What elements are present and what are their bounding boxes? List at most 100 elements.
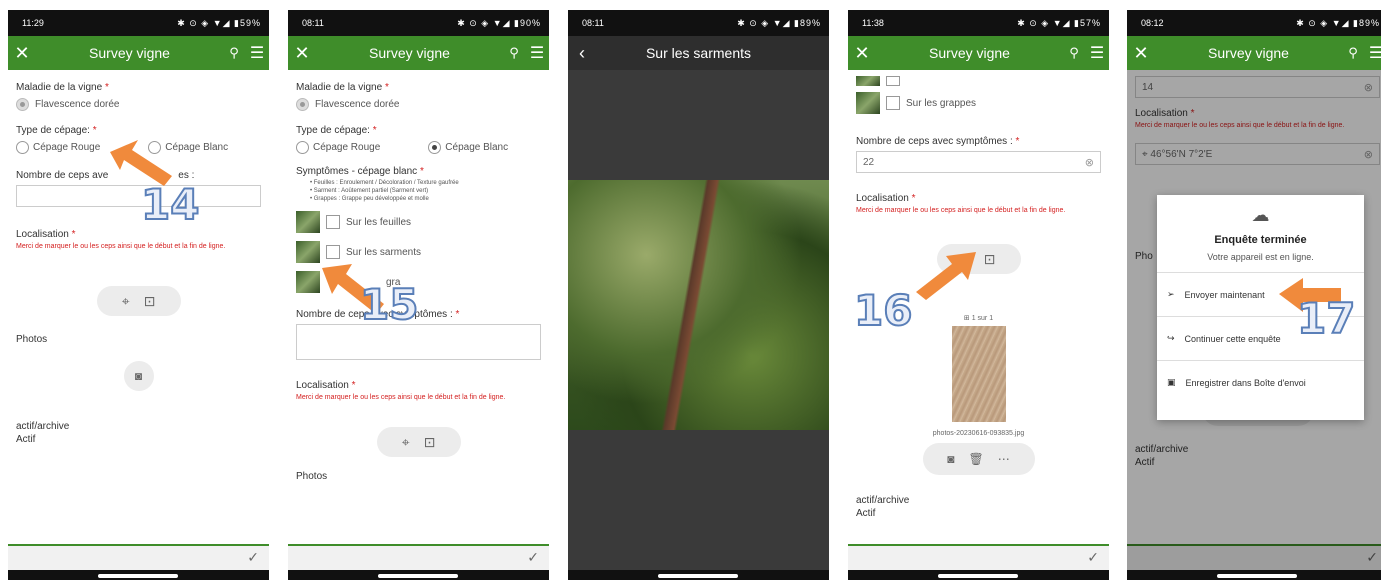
close-icon[interactable]: ✕ <box>8 36 36 70</box>
checkbox[interactable] <box>886 76 900 86</box>
app-title: Sur les sarments <box>645 45 752 61</box>
nombre-input[interactable] <box>16 185 261 207</box>
check-icon[interactable]: ✓ <box>247 549 259 565</box>
checkbox[interactable] <box>326 245 340 259</box>
field-label-localisation: Localisation * <box>16 229 76 240</box>
photo-option-feuilles[interactable]: Sur les feuilles <box>296 211 541 233</box>
save-outbox-button[interactable]: ▣ Enregistrer dans Boîte d'envoi <box>1157 360 1364 404</box>
save-icon: ▣ <box>1167 377 1176 387</box>
close-icon[interactable]: ✕ <box>848 36 876 70</box>
save-outbox-label: Enregistrer dans Boîte d'envoi <box>1185 377 1306 388</box>
field-label-photos: Photos <box>296 471 328 482</box>
camera-icon[interactable]: ◙ <box>947 452 954 466</box>
screen-5: 08:12 ✱ ⊙ ◈ ▼◢ ▮89% ✕ Survey vigne ⚲ ☰ 1… <box>1127 10 1381 580</box>
map-edit-icon[interactable]: ⊡ <box>144 293 156 310</box>
screen-4: 11:38 ✱ ⊙ ◈ ▼◢ ▮57% ✕ Survey vigne ⚲ ☰ S… <box>848 10 1109 580</box>
input-value: 22 <box>863 157 875 168</box>
close-icon[interactable]: ✕ <box>288 36 316 70</box>
localisation-hint: Merci de marquer le ou les ceps ainsi qu… <box>856 207 1066 214</box>
field-label-photos: Photos <box>16 334 48 345</box>
app-title: Survey vigne <box>369 45 450 61</box>
submit-bar: ✓ <box>288 544 549 570</box>
continue-label: Continuer cette enquête <box>1184 333 1281 344</box>
step-number: 17 <box>1296 293 1356 344</box>
field-label-maladie: Maladie de la vigne * <box>16 82 109 93</box>
menu-icon[interactable]: ☰ <box>1085 43 1109 63</box>
thumbnail <box>856 76 880 86</box>
nombre-input[interactable]: 22 ⊗ <box>856 151 1101 173</box>
field-label-localisation: Localisation * <box>296 380 356 391</box>
app-title: Survey vigne <box>89 45 170 61</box>
app-bar: ✕ Survey vigne ⚲ ☰ <box>848 36 1109 70</box>
symptom-item: • Sarment : Aoûtement partiel (Sarment v… <box>310 188 429 194</box>
dialog-subtitle: Votre appareil est en ligne. <box>1207 252 1314 262</box>
back-icon[interactable]: ‹ <box>568 36 596 70</box>
menu-icon[interactable]: ☰ <box>1364 43 1381 63</box>
gps-icon[interactable]: ⚲ <box>1063 45 1085 61</box>
camera-button[interactable]: ◙ <box>123 361 154 391</box>
gps-icon[interactable]: ⚲ <box>1342 45 1364 61</box>
status-icons: ✱ ⊙ ◈ ▼◢ ▮57% <box>1017 17 1101 28</box>
arrow-annotation <box>916 252 976 300</box>
continue-arrow-icon: ↪ <box>1167 333 1175 343</box>
status-bar: 08:11 ✱ ⊙ ◈ ▼◢ ▮89% <box>568 10 829 36</box>
screen-1: 11:29 ✱ ⊙ ◈ ▼◢ ▮59% ✕ Survey vigne ⚲ ☰ M… <box>8 10 269 580</box>
geo-buttons: ⌖ ⊡ <box>376 427 461 457</box>
field-label-symptomes: Symptômes - cépage blanc * <box>296 166 424 177</box>
geo-buttons: ⌖ ⊡ <box>96 286 181 316</box>
photo-option-sarments[interactable] <box>856 76 1101 86</box>
field-label-maladie: Maladie de la vigne * <box>296 82 389 93</box>
trash-icon[interactable]: 🗑 <box>969 452 984 466</box>
vine-photo <box>568 180 829 430</box>
gps-icon[interactable]: ⚲ <box>223 45 245 61</box>
system-nav <box>8 570 269 580</box>
close-icon[interactable]: ✕ <box>1127 36 1155 70</box>
status-bar: 11:29 ✱ ⊙ ◈ ▼◢ ▮59% <box>8 10 269 36</box>
send-now-label: Envoyer maintenant <box>1184 289 1265 300</box>
photo-preview[interactable] <box>951 326 1006 422</box>
dialog-title: Enquête terminée <box>1214 234 1307 246</box>
radio-label: Flavescence dorée <box>315 99 400 110</box>
photo-option-label: Sur les grappes <box>906 97 977 109</box>
actif-value: Actif <box>856 508 876 519</box>
status-bar: 08:11 ✱ ⊙ ◈ ▼◢ ▮90% <box>288 10 549 36</box>
radio-blanc-label[interactable]: Cépage Blanc <box>445 142 508 153</box>
checkbox[interactable] <box>886 96 900 110</box>
status-time: 08:12 <box>1141 18 1164 28</box>
checkbox[interactable] <box>326 215 340 229</box>
radio-blanc[interactable] <box>428 141 442 154</box>
step-number: 15 <box>359 279 419 330</box>
radio-rouge-label[interactable]: Cépage Rouge <box>33 142 100 153</box>
map-edit-icon[interactable]: ⊡ <box>984 251 996 268</box>
map-edit-icon[interactable]: ⊡ <box>424 434 436 451</box>
crosshair-icon[interactable]: ⌖ <box>122 293 130 310</box>
screen-2: 08:11 ✱ ⊙ ◈ ▼◢ ▮90% ✕ Survey vigne ⚲ ☰ M… <box>288 10 549 580</box>
gps-icon[interactable]: ⚲ <box>503 45 525 61</box>
radio-flavescence: Flavescence dorée <box>16 98 261 111</box>
screen-3: 08:11 ✱ ⊙ ◈ ▼◢ ▮89% ‹ Sur les sarments <box>568 10 829 580</box>
clear-icon[interactable]: ⊗ <box>1085 156 1094 169</box>
check-icon[interactable]: ✓ <box>527 549 539 565</box>
step-number: 16 <box>853 285 913 336</box>
submit-bar: ✓ <box>8 544 269 570</box>
thumbnail <box>296 271 320 293</box>
check-icon[interactable]: ✓ <box>1087 549 1099 565</box>
menu-icon[interactable]: ☰ <box>245 43 269 63</box>
status-time: 08:11 <box>302 18 324 28</box>
localisation-hint: Merci de marquer le ou les ceps ainsi qu… <box>296 394 506 401</box>
menu-icon[interactable]: ☰ <box>525 43 549 63</box>
step-number: 14 <box>140 179 200 230</box>
send-icon: ➢ <box>1167 289 1175 299</box>
app-title: Survey vigne <box>929 45 1010 61</box>
crosshair-icon[interactable]: ⌖ <box>402 434 410 451</box>
photo-option-grappes[interactable]: Sur les grappes <box>856 92 1101 114</box>
radio-rouge[interactable] <box>296 141 309 154</box>
more-icon[interactable]: ⋯ <box>998 452 1010 466</box>
radio-rouge-label[interactable]: Cépage Rouge <box>313 142 380 153</box>
status-time: 11:38 <box>862 18 884 28</box>
nombre-input[interactable] <box>296 324 541 360</box>
system-nav <box>848 570 1109 580</box>
radio-group-cepage: Cépage Rouge Cépage Blanc <box>296 141 541 154</box>
app-title: Survey vigne <box>1208 45 1289 61</box>
radio-rouge[interactable] <box>16 141 29 154</box>
